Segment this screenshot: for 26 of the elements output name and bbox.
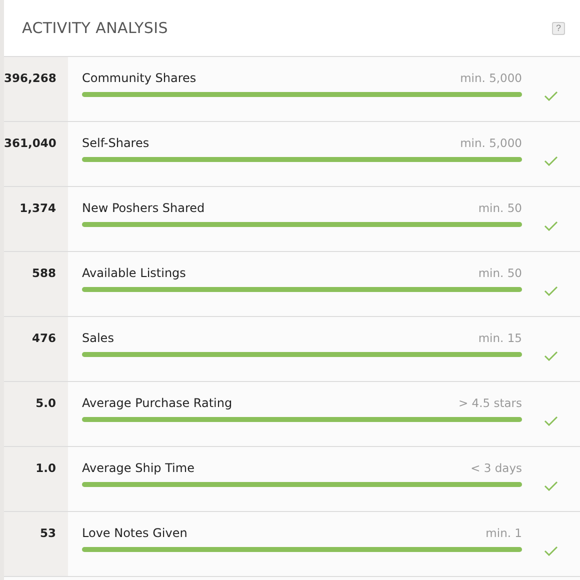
metric-requirement: < 3 days [470,461,522,475]
metric-requirement: min. 5,000 [460,136,522,150]
metric-value: 396,268 [4,57,68,121]
metric-value: 5.0 [4,382,68,446]
help-button[interactable]: ? [552,22,565,34]
metric-name: Average Ship Time [82,461,194,475]
metric-name: Available Listings [82,266,186,280]
metric-name: Average Purchase Rating [82,396,232,410]
metric-requirement: min. 15 [478,331,522,345]
metric-value: 588 [4,252,68,316]
metric-requirement: > 4.5 stars [458,396,522,410]
metric-requirement: min. 1 [486,526,522,540]
metric-value: 53 [4,512,68,576]
metric-name: New Poshers Shared [82,201,205,215]
metric-requirement: min. 50 [478,201,522,215]
metric-requirement: min. 5,000 [460,71,522,85]
metric-value: 1.0 [4,447,68,511]
section-title: ACTIVITY ANALYSIS [22,19,168,37]
metric-value: 1,374 [4,187,68,251]
metric-name: Self-Shares [82,136,150,150]
metric-name: Sales [82,331,114,345]
metric-name: Community Shares [82,71,196,85]
metric-value: 361,040 [4,122,68,186]
metric-name: Love Notes Given [82,526,188,540]
metric-value: 476 [4,317,68,381]
metric-requirement: min. 50 [478,266,522,280]
